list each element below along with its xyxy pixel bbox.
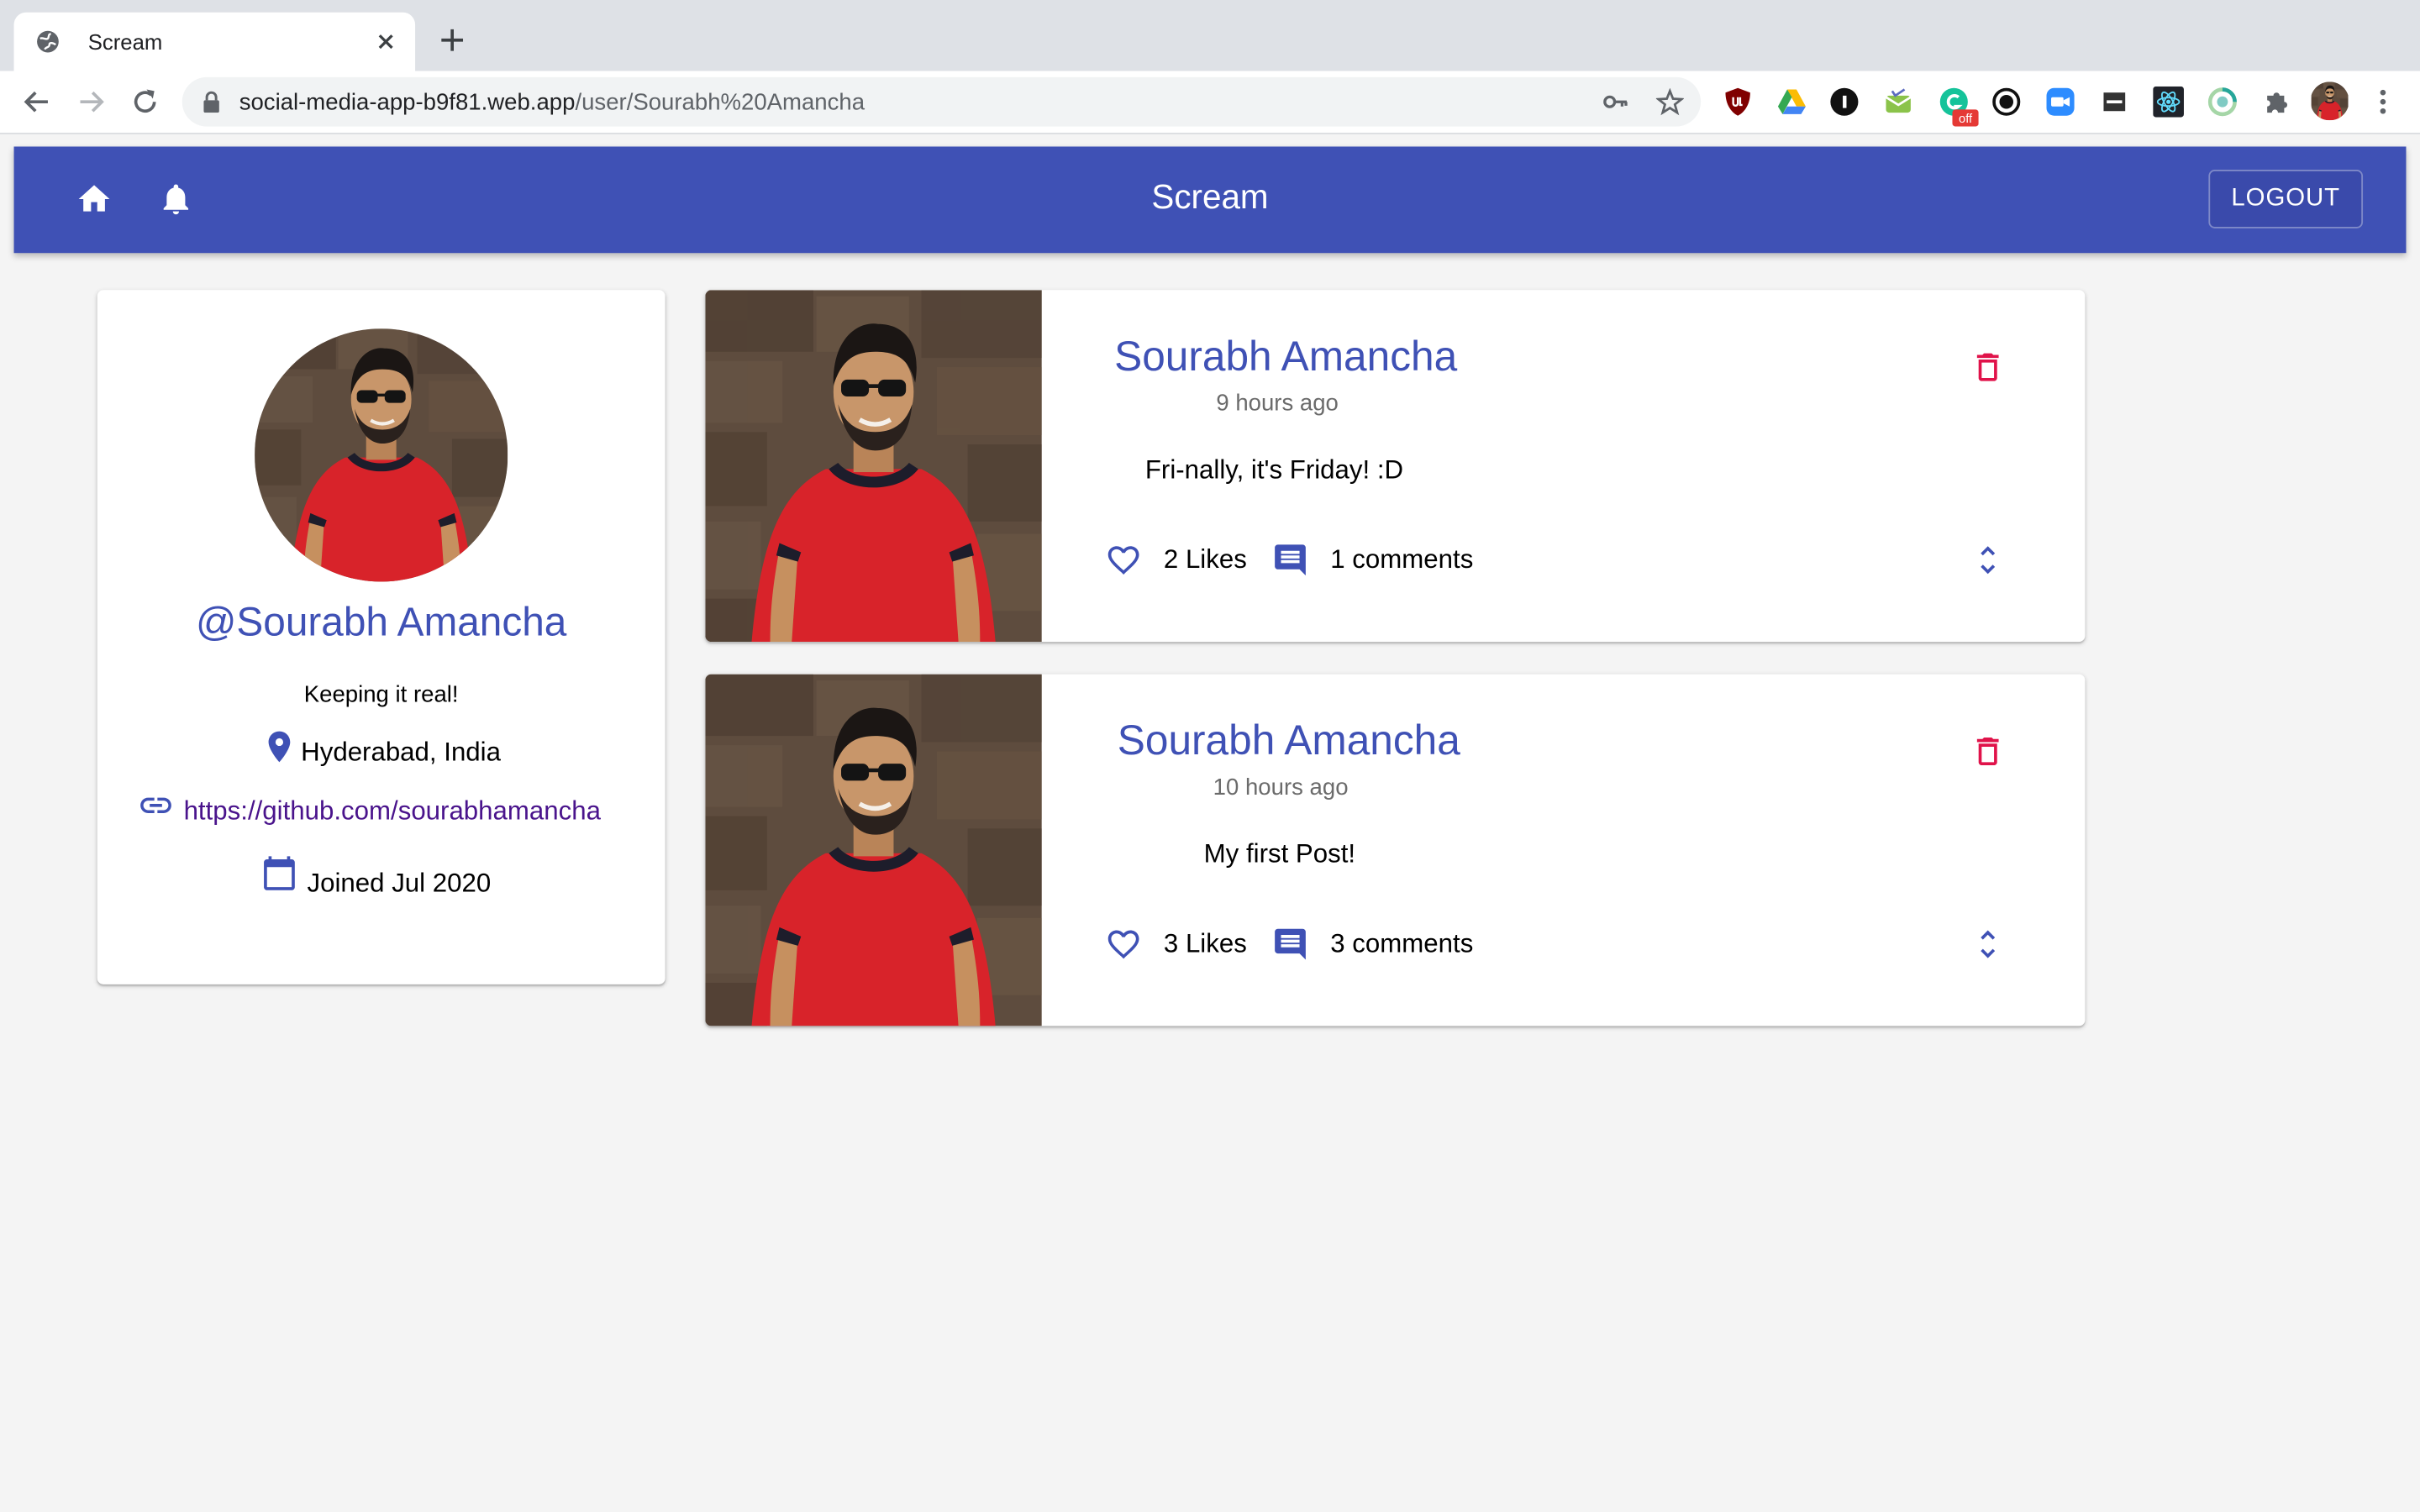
new-tab-icon[interactable] [437, 24, 468, 55]
comment-icon[interactable] [1271, 542, 1308, 579]
calendar-icon [260, 855, 297, 892]
browser-toolbar: social-media-app-b9f81.web.app/user/Sour… [0, 71, 2420, 134]
post-author-image [705, 675, 1041, 1026]
post-timestamp: 10 hours ago [1213, 774, 1349, 801]
location-text: Hyderabad, India [301, 737, 501, 767]
profile-avatar-large[interactable] [255, 328, 508, 581]
like-heart-icon[interactable] [1105, 542, 1142, 579]
location-pin-icon [260, 728, 297, 765]
back-arrow-icon[interactable] [20, 85, 54, 118]
profile-card: @Sourabh Amancha Keeping it real! Hydera… [97, 290, 666, 984]
comment-count: 3 comments [1330, 928, 1474, 958]
loading-extension-icon[interactable] [2207, 87, 2238, 118]
expand-post-icon[interactable] [1970, 926, 2007, 963]
globe-icon [35, 29, 60, 54]
comment-count: 1 comments [1330, 544, 1474, 575]
app-title: Scream [1151, 177, 1269, 217]
app-bar: Scream LOGOUT [13, 146, 2407, 254]
delete-post-icon[interactable] [1970, 732, 2007, 769]
tab-title: Scream [87, 29, 163, 55]
window-extension-icon[interactable] [2099, 87, 2130, 118]
react-devtools-extension-icon[interactable] [2153, 86, 2184, 118]
expand-post-icon[interactable] [1970, 542, 2007, 579]
key-icon[interactable] [1602, 88, 1630, 116]
delete-post-icon[interactable] [1970, 349, 2007, 386]
browser-tab[interactable]: Scream [13, 12, 416, 71]
grammarly-extension-icon[interactable]: off [1939, 87, 1979, 127]
browser-tab-strip: Scream [0, 0, 2420, 71]
forward-arrow-icon[interactable] [74, 85, 108, 118]
profile-bio: Keeping it real! [303, 681, 459, 709]
profile-handle-link[interactable]: @Sourabh Amancha [97, 599, 666, 647]
post-body: My first Post! [1203, 839, 1356, 869]
post-card: Sourabh Amancha 10 hours ago My first Po… [705, 674, 2086, 1026]
close-tab-icon[interactable] [372, 28, 400, 55]
bookmark-star-icon[interactable] [1655, 87, 1685, 116]
record-extension-icon[interactable] [1991, 87, 2022, 118]
zoom-extension-icon[interactable] [2045, 87, 2076, 118]
ublock-extension-icon[interactable] [1723, 87, 1754, 118]
reload-icon[interactable] [128, 85, 161, 118]
comment-icon[interactable] [1271, 926, 1308, 963]
post-author-link[interactable]: Sourabh Amancha [1114, 333, 1457, 381]
post-author-image [705, 290, 1041, 642]
like-count: 3 Likes [1163, 928, 1247, 958]
logout-button[interactable]: LOGOUT [2208, 170, 2364, 228]
website-link[interactable]: https://github.com/sourabhamancha [184, 796, 601, 827]
like-heart-icon[interactable] [1105, 926, 1142, 963]
google-drive-extension-icon[interactable] [1776, 87, 1807, 118]
post-card: Sourabh Amancha 9 hours ago Fri-nally, i… [705, 290, 2086, 643]
post-author-link[interactable]: Sourabh Amancha [1118, 717, 1460, 765]
lock-icon [201, 91, 223, 113]
url-host: social-media-app-b9f81.web.app [239, 89, 576, 116]
like-count: 2 Likes [1163, 544, 1247, 575]
password-manager-extension-icon[interactable] [1829, 87, 1860, 118]
profile-avatar[interactable] [2311, 81, 2349, 120]
mail-extension-icon[interactable] [1883, 87, 1914, 118]
url-text: social-media-app-b9f81.web.app/user/Sour… [239, 90, 865, 116]
post-body: Fri-nally, it's Friday! :D [1144, 454, 1404, 485]
more-menu-icon[interactable] [2369, 87, 2396, 118]
extension-off-badge: off [1959, 113, 1973, 126]
address-bar[interactable]: social-media-app-b9f81.web.app/user/Sour… [182, 76, 1702, 127]
joined-date: Joined Jul 2020 [307, 869, 492, 898]
puzzle-extensions-icon[interactable] [2261, 87, 2292, 118]
link-icon [137, 787, 174, 824]
post-timestamp: 9 hours ago [1216, 390, 1339, 417]
url-path: /user/Sourabh%20Amancha [575, 89, 865, 116]
